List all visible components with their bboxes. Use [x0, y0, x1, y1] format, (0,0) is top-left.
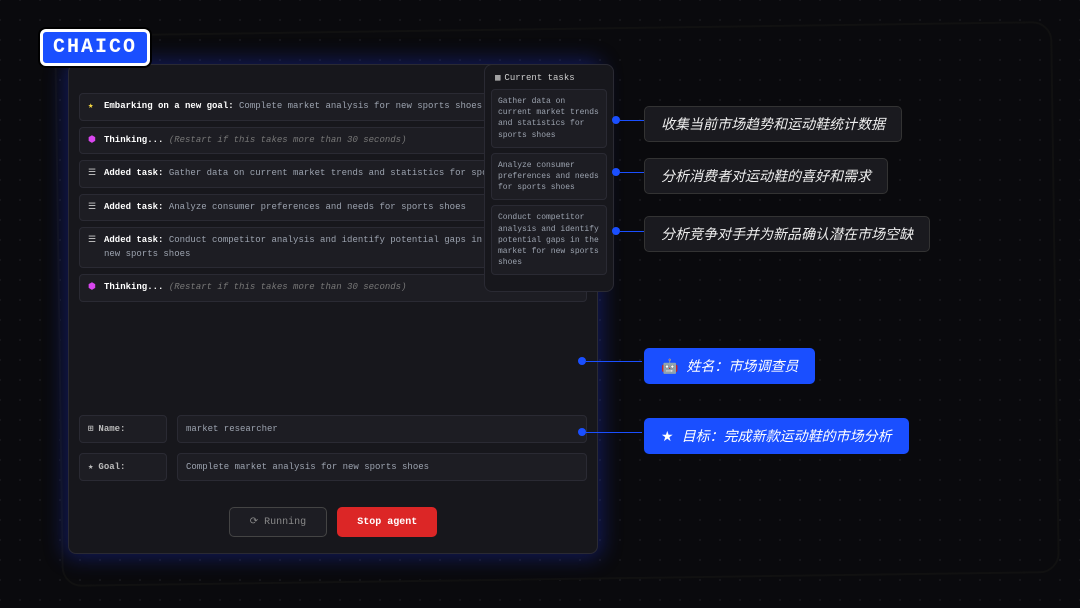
connector-dot	[578, 357, 586, 365]
connector-dot	[612, 168, 620, 176]
connector-line	[620, 172, 644, 173]
list-icon: ☰	[88, 167, 98, 181]
goal-row: ★ Goal: Complete market analysis for new…	[79, 453, 587, 481]
thinking-icon: ⬢	[88, 281, 98, 295]
list-icon: ☰	[88, 234, 98, 248]
feed-label: Added task:	[104, 168, 163, 178]
button-row: ⟳ Running Stop agent	[69, 491, 597, 553]
connector-dot	[578, 428, 586, 436]
thinking-icon: ⬢	[88, 134, 98, 148]
name-label-box: ⊞ Name:	[79, 415, 167, 443]
feed-hint: (Restart if this takes more than 30 seco…	[169, 135, 407, 145]
running-button: ⟳ Running	[229, 507, 327, 537]
feed-hint: (Restart if this takes more than 30 seco…	[169, 282, 407, 292]
goal-label-box: ★ Goal:	[79, 453, 167, 481]
connector-line	[620, 120, 644, 121]
star-icon: ★	[88, 462, 93, 472]
task-card[interactable]: Gather data on current market trends and…	[491, 89, 607, 148]
feed-label: Thinking...	[104, 282, 163, 292]
logo-text: CHAICO	[40, 29, 150, 66]
stop-agent-button[interactable]: Stop agent	[337, 507, 437, 537]
annotation-goal: ★ 目标：完成新款运动鞋的市场分析	[644, 418, 909, 454]
name-row: ⊞ Name: market researcher	[79, 415, 587, 443]
grid-icon: ▦	[495, 73, 500, 83]
form-section: ⊞ Name: market researcher ★ Goal: Comple…	[69, 401, 597, 491]
task-card[interactable]: Conduct competitor analysis and identify…	[491, 205, 607, 275]
feed-text: Gather data on current market trends and…	[169, 168, 536, 178]
current-tasks-panel: ▦ Current tasks Gather data on current m…	[484, 64, 614, 292]
feed-label: Added task:	[104, 235, 163, 245]
name-label: Name:	[98, 424, 125, 434]
annotation-task-2: 分析消费者对运动鞋的喜好和需求	[644, 158, 888, 194]
spinner-icon: ⟳	[250, 516, 258, 528]
logo: CHAICO	[30, 12, 160, 82]
feed-label: Added task:	[104, 202, 163, 212]
running-label: Running	[264, 517, 306, 528]
star-icon: ★	[661, 428, 674, 445]
name-input[interactable]: market researcher	[177, 415, 587, 443]
connector-line	[586, 361, 642, 362]
annotation-task-3: 分析竞争对手并为新品确认潜在市场空缺	[644, 216, 930, 252]
robot-icon: ⊞	[88, 424, 93, 434]
goal-input[interactable]: Complete market analysis for new sports …	[177, 453, 587, 481]
goal-label: Goal:	[98, 462, 125, 472]
feed-text: Analyze consumer preferences and needs f…	[169, 202, 466, 212]
connector-dot	[612, 116, 620, 124]
annotation-task-1: 收集当前市场趋势和运动鞋统计数据	[644, 106, 902, 142]
list-icon: ☰	[88, 201, 98, 215]
annotation-name: 🤖 姓名：市场调查员	[644, 348, 815, 384]
connector-dot	[612, 227, 620, 235]
feed-label: Embarking on a new goal:	[104, 101, 234, 111]
tasks-header: ▦ Current tasks	[491, 71, 607, 89]
feed-text: Complete market analysis for new sports …	[239, 101, 482, 111]
connector-line	[620, 231, 644, 232]
feed-label: Thinking...	[104, 135, 163, 145]
star-icon: ★	[88, 100, 98, 114]
robot-icon: 🤖	[661, 358, 678, 375]
task-card[interactable]: Analyze consumer preferences and needs f…	[491, 153, 607, 201]
connector-line	[586, 432, 642, 433]
